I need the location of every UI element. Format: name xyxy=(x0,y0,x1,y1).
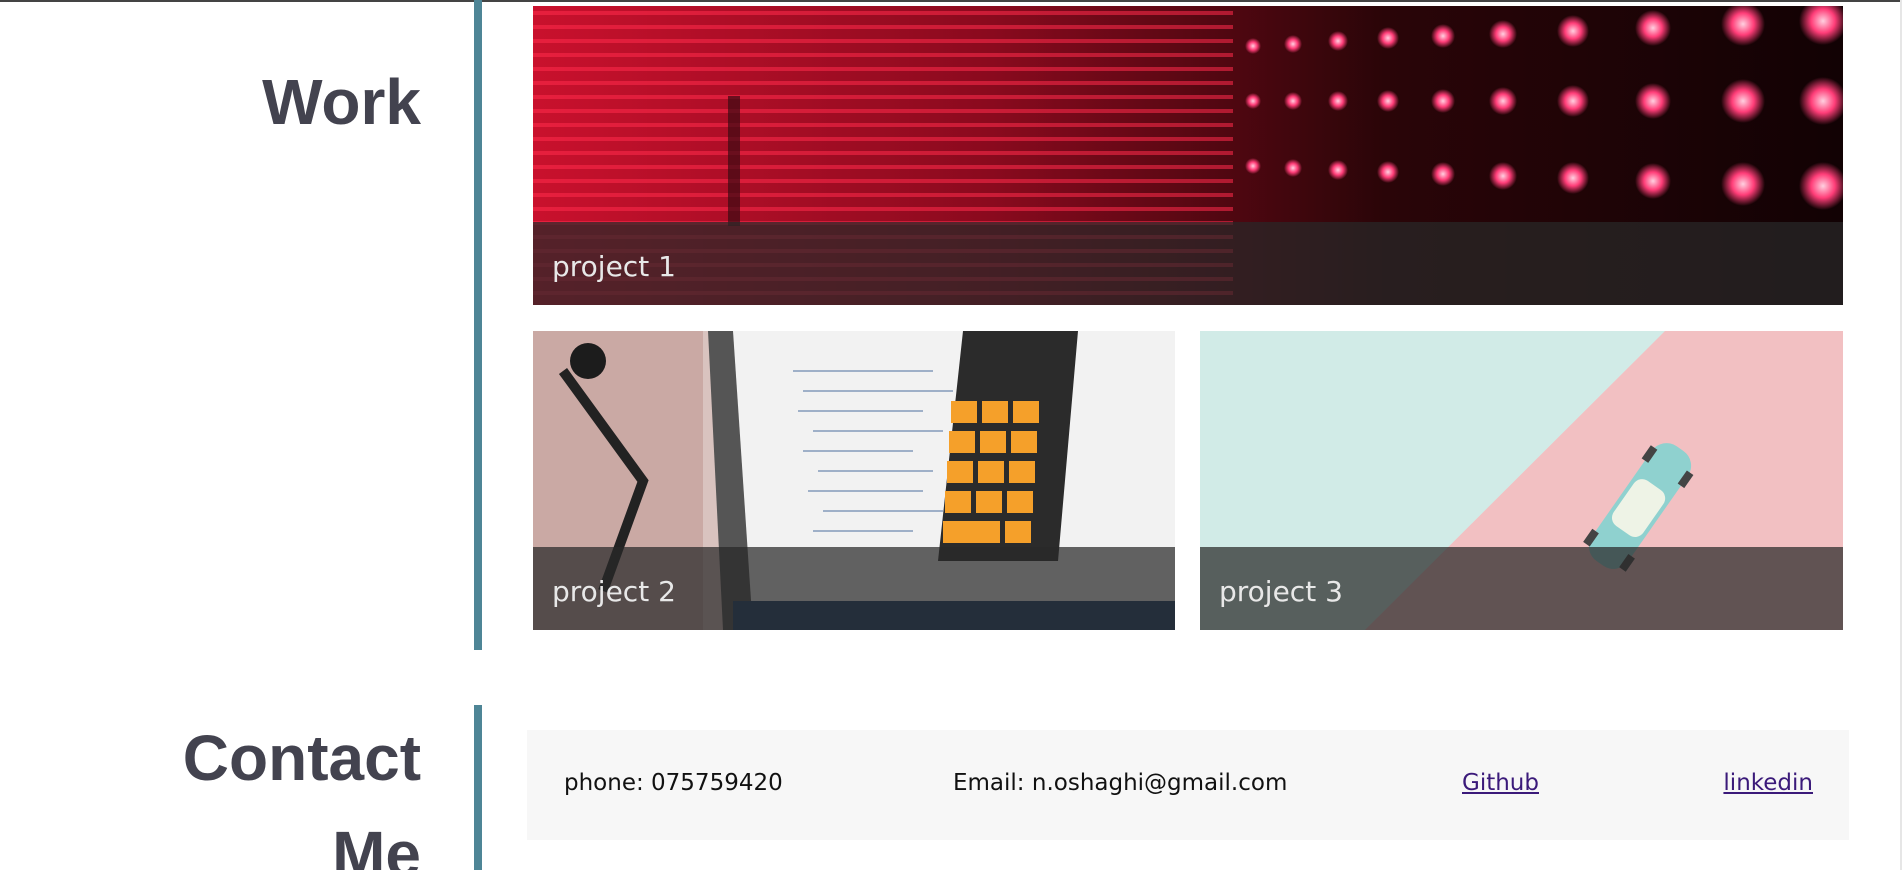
email-address: Email: n.oshaghi@gmail.com xyxy=(953,770,1288,796)
top-divider xyxy=(0,0,1902,2)
contact-title-line-1: Contact xyxy=(182,722,421,794)
contact-section-title: Contact Me xyxy=(121,710,421,870)
project-card-1[interactable]: project 1 xyxy=(533,6,1843,305)
project-card-3[interactable]: project 3 xyxy=(1200,331,1843,630)
project-3-caption-overlay: project 3 xyxy=(1200,547,1843,630)
contact-info-bar: phone: 075759420 Email: n.oshaghi@gmail.… xyxy=(527,730,1849,840)
github-link[interactable]: Github xyxy=(1462,770,1539,796)
project-3-caption: project 3 xyxy=(1219,575,1343,608)
project-2-caption-overlay: project 2 xyxy=(533,547,1175,630)
project-1-caption-overlay: project 1 xyxy=(533,222,1843,305)
portfolio-page: Work project 1 project 2 project 3 Conta… xyxy=(0,0,1902,870)
work-accent-bar xyxy=(474,0,482,650)
project-1-caption: project 1 xyxy=(552,250,676,283)
work-section-title: Work xyxy=(262,66,421,138)
project-2-caption: project 2 xyxy=(552,575,676,608)
phone-number: phone: 075759420 xyxy=(564,770,783,796)
project-card-2[interactable]: project 2 xyxy=(533,331,1175,630)
contact-accent-bar xyxy=(474,705,482,870)
contact-title-line-2: Me xyxy=(332,818,421,870)
linkedin-link[interactable]: linkedin xyxy=(1723,770,1813,796)
